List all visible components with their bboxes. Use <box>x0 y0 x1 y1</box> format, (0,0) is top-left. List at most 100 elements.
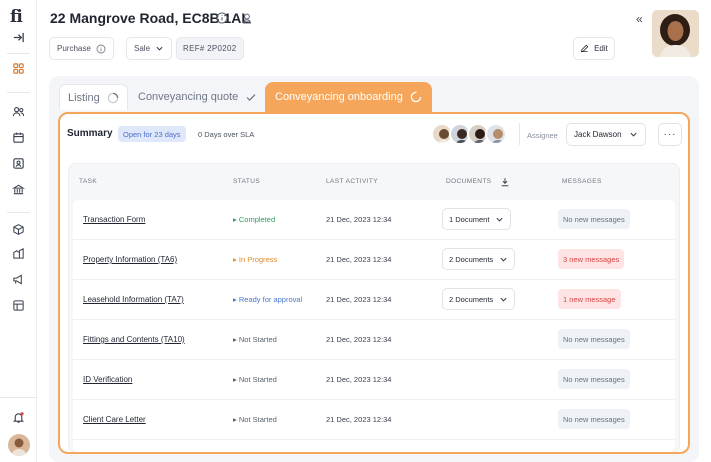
bank-icon[interactable] <box>11 182 26 197</box>
table-row[interactable]: Fittings and Contents (TA10) ▸ Not Starte… <box>73 320 675 360</box>
sidebar-divider <box>7 92 30 93</box>
team-avatars[interactable] <box>431 123 515 145</box>
chevron-down-icon <box>630 132 637 137</box>
expand-sidebar-icon[interactable] <box>11 30 26 45</box>
documents-value: 1 Document <box>449 214 490 224</box>
documents-value: 2 Documents <box>449 294 494 304</box>
tab-conveyancing-onboarding[interactable]: Conveyancing onboarding <box>265 82 432 112</box>
table-row[interactable]: ID Verification ▸ Not Started 21 Dec, 2023… <box>73 360 675 400</box>
task-link[interactable]: Client Care Letter <box>83 415 146 424</box>
announcements-icon[interactable] <box>11 272 26 287</box>
messages-badge[interactable]: No new messages <box>558 209 630 229</box>
tasks-table: TASK STATUS LAST ACTIVITY DOCUMENTS MESS… <box>68 163 680 452</box>
messages-badge[interactable]: No new messages <box>558 369 630 389</box>
chevron-down-icon <box>496 217 504 222</box>
status-text: ▸ Not Started <box>233 375 277 384</box>
id-card-icon[interactable] <box>11 156 26 171</box>
calendar-icon[interactable] <box>11 130 26 145</box>
assignee-select[interactable]: Jack Dawson <box>566 123 646 146</box>
user-avatar[interactable] <box>8 434 30 456</box>
tab-label: Conveyancing quote <box>138 91 239 103</box>
sale-dropdown[interactable]: Sale <box>126 37 173 60</box>
chevron-down-icon <box>500 257 507 262</box>
messages-badge[interactable]: 1 new message <box>558 289 621 309</box>
collapse-panel-icon[interactable]: « <box>636 12 643 26</box>
info-icon <box>96 44 106 53</box>
sidebar-divider <box>7 212 30 213</box>
chevron-down-icon <box>500 297 507 302</box>
table-row[interactable]: Property Information (TA6) ▸ In Progress 2… <box>73 240 675 280</box>
status-value: Not Started <box>238 335 277 344</box>
status-value: In Progress <box>238 255 278 264</box>
summary-title: Summary <box>67 128 113 139</box>
documents-dropdown[interactable]: 2 Documents <box>442 288 516 310</box>
messages-badge[interactable]: No new messages <box>558 329 630 349</box>
column-header-status: STATUS <box>233 178 261 185</box>
last-activity: 21 Dec, 2023 12:34 <box>326 415 392 424</box>
package-icon[interactable] <box>11 222 26 237</box>
reports-icon[interactable] <box>11 298 26 313</box>
assignee-value: Jack Dawson <box>574 130 622 139</box>
tab-listing[interactable]: Listing <box>59 84 128 110</box>
status-value: Ready for approval <box>238 295 303 304</box>
task-link[interactable]: Fittings and Contents (TA10) <box>83 335 185 344</box>
download-icon[interactable] <box>498 175 512 188</box>
table-header: TASK STATUS LAST ACTIVITY DOCUMENTS MESS… <box>69 164 679 198</box>
notifications-bell-icon[interactable] <box>11 410 26 425</box>
progress-ring-icon <box>410 91 422 103</box>
status-text: ▸ Not Started <box>233 335 277 344</box>
last-activity: 21 Dec, 2023 12:34 <box>326 295 392 304</box>
documents-dropdown[interactable]: 2 Documents <box>442 248 516 270</box>
purchase-label: Purchase <box>57 44 91 53</box>
sla-text: 0 Days over SLA <box>198 130 255 139</box>
owner-icon[interactable] <box>240 11 254 25</box>
column-header-task: TASK <box>79 178 98 185</box>
edit-button[interactable]: Edit <box>573 37 615 60</box>
progress-ring-icon <box>107 92 119 103</box>
status-text: ▸ Not Started <box>233 415 277 424</box>
status-text: ▸ Completed <box>233 215 275 224</box>
check-icon <box>246 94 256 101</box>
header-divider <box>519 123 520 145</box>
property-contact-photo <box>652 10 699 57</box>
pencil-icon <box>580 44 589 53</box>
reference-number: REF# 2P0202 <box>176 37 244 60</box>
chevron-down-icon <box>156 46 163 51</box>
info-icon[interactable] <box>215 11 229 25</box>
last-activity: 21 Dec, 2023 12:34 <box>326 335 392 344</box>
column-header-documents: DOCUMENTS <box>446 178 492 185</box>
contacts-icon[interactable] <box>11 104 26 119</box>
task-link[interactable]: Leasehold Information (TA7) <box>83 295 184 304</box>
table-body: Transaction Form ▸ Completed 21 Dec, 2023 … <box>73 200 675 452</box>
task-link[interactable]: Property Information (TA6) <box>83 255 177 264</box>
more-options-button[interactable]: ··· <box>658 123 682 146</box>
properties-icon[interactable] <box>11 246 26 261</box>
table-row[interactable]: Client Care Letter ▸ Not Started 21 Dec, 2… <box>73 400 675 440</box>
status-value: Completed <box>238 215 276 224</box>
task-link[interactable]: ID Verification <box>83 375 132 384</box>
sidebar-divider <box>7 53 30 54</box>
onboarding-panel: Summary Open for 23 days 0 Days over SLA… <box>58 112 690 454</box>
app-logo: fi <box>10 7 23 27</box>
assignee-label: Assignee <box>527 131 558 140</box>
status-value: Not Started <box>238 375 277 384</box>
column-header-messages: MESSAGES <box>562 178 602 185</box>
last-activity: 21 Dec, 2023 12:34 <box>326 375 392 384</box>
purchase-pill[interactable]: Purchase <box>49 37 114 60</box>
tab-conveyancing-quote[interactable]: Conveyancing quote <box>130 84 265 110</box>
sidebar: fi <box>0 0 37 462</box>
avatar <box>485 123 507 145</box>
last-activity: 21 Dec, 2023 12:34 <box>326 215 392 224</box>
documents-dropdown[interactable]: 1 Document <box>442 208 512 230</box>
dashboard-icon[interactable] <box>8 58 29 79</box>
edit-label: Edit <box>594 44 608 53</box>
task-link[interactable]: Transaction Form <box>83 215 145 224</box>
messages-badge[interactable]: 3 new messages <box>558 249 625 269</box>
documents-value: 2 Documents <box>449 254 494 264</box>
table-row[interactable]: Transaction Form ▸ Completed 21 Dec, 2023 … <box>73 200 675 240</box>
status-text: ▸ Ready for approval <box>233 295 302 304</box>
table-row[interactable]: Leasehold Information (TA7) ▸ Ready for a… <box>73 280 675 320</box>
messages-badge[interactable]: No new messages <box>558 409 630 429</box>
last-activity: 21 Dec, 2023 12:34 <box>326 255 392 264</box>
column-header-last-activity: LAST ACTIVITY <box>326 178 379 185</box>
